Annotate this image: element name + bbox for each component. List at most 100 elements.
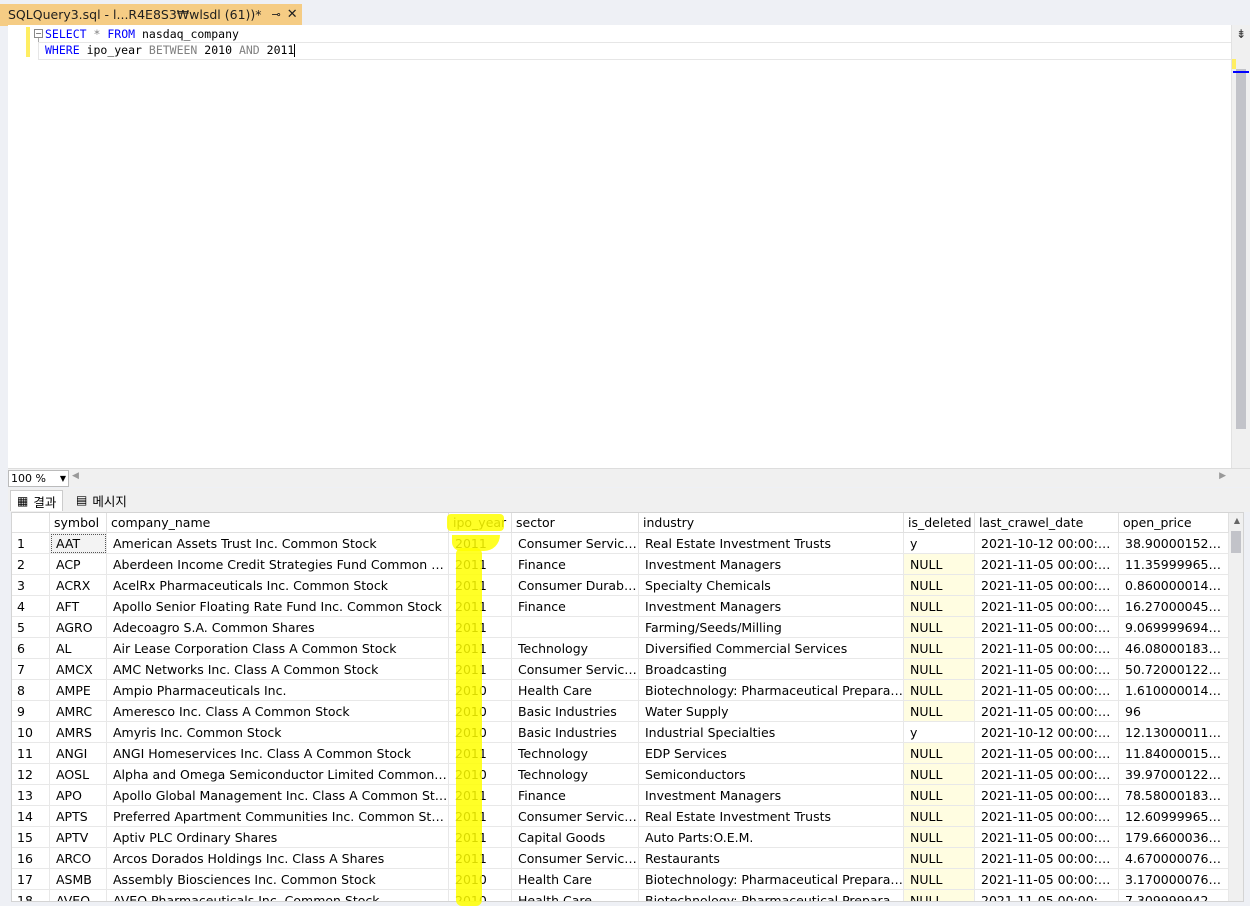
column-header-last-crawel-date[interactable]: last_crawel_date [975,513,1119,533]
cell-symbol[interactable]: AMRC [50,701,107,722]
cell-symbol[interactable]: APTS [50,806,107,827]
cell-symbol[interactable]: ASMB [50,869,107,890]
cell-last-crawel-date[interactable]: 2021-10-12 00:00:00.000 [975,533,1119,554]
cell-open-price[interactable]: 16.2700004577637 [1119,596,1229,617]
column-header-industry[interactable]: industry [639,513,904,533]
cell-industry[interactable]: Auto Parts:O.E.M. [639,827,904,848]
cell-sector[interactable]: Technology [512,764,639,785]
cell-company-name[interactable]: American Assets Trust Inc. Common Stock [107,533,449,554]
cell-last-crawel-date[interactable]: 2021-11-05 00:00:00.000 [975,659,1119,680]
cell-sector[interactable]: Consumer Services [512,848,639,869]
cell-open-price[interactable]: 12.6099996566772 [1119,806,1229,827]
cell-sector[interactable]: Basic Industries [512,722,639,743]
cell-is-deleted[interactable]: NULL [904,890,975,901]
scroll-right-icon[interactable]: ▶ [1219,471,1226,481]
code-line-2[interactable]: WHERE ipo_year BETWEEN 2010 AND 2011 [45,42,296,58]
cell-company-name[interactable]: Adecoagro S.A. Common Shares [107,617,449,638]
cell-is-deleted[interactable]: NULL [904,764,975,785]
cell-last-crawel-date[interactable]: 2021-11-05 00:00:00.000 [975,806,1119,827]
row-number[interactable]: 11 [12,743,50,764]
cell-last-crawel-date[interactable]: 2021-11-05 00:00:00.000 [975,596,1119,617]
cell-is-deleted[interactable]: y [904,722,975,743]
row-number[interactable]: 17 [12,869,50,890]
row-number[interactable]: 14 [12,806,50,827]
cell-symbol[interactable]: ACP [50,554,107,575]
cell-symbol[interactable]: AMPE [50,680,107,701]
cell-company-name[interactable]: AVEO Pharmaceuticals Inc. Common Stock [107,890,449,901]
cell-symbol[interactable]: ARCO [50,848,107,869]
cell-is-deleted[interactable]: NULL [904,743,975,764]
cell-industry[interactable]: Real Estate Investment Trusts [639,533,904,554]
split-icon[interactable]: ⇟ [1234,27,1248,41]
cell-symbol[interactable]: AL [50,638,107,659]
cell-last-crawel-date[interactable]: 2021-11-05 00:00:00.000 [975,575,1119,596]
cell-sector[interactable]: Finance [512,785,639,806]
cell-sector[interactable]: Health Care [512,890,639,901]
cell-open-price[interactable]: 39.9700012207031 [1119,764,1229,785]
column-header-open-price[interactable]: open_price [1119,513,1229,533]
cell-sector[interactable]: Consumer Services [512,533,639,554]
header-corner[interactable] [12,513,50,533]
cell-last-crawel-date[interactable]: 2021-11-05 00:00:00.000 [975,869,1119,890]
row-number[interactable]: 5 [12,617,50,638]
row-number[interactable]: 10 [12,722,50,743]
cell-sector[interactable]: Consumer Durables [512,575,639,596]
cell-is-deleted[interactable]: NULL [904,827,975,848]
cell-company-name[interactable]: Air Lease Corporation Class A Common Sto… [107,638,449,659]
cell-industry[interactable]: Real Estate Investment Trusts [639,806,904,827]
code-line-1[interactable]: SELECT * FROM nasdaq_company [45,26,239,42]
cell-industry[interactable]: Restaurants [639,848,904,869]
grid-scroll-thumb[interactable] [1231,531,1241,553]
cell-company-name[interactable]: Assembly Biosciences Inc. Common Stock [107,869,449,890]
cell-symbol[interactable]: ANGI [50,743,107,764]
collapse-icon[interactable]: − [34,29,43,38]
cell-symbol[interactable]: AFT [50,596,107,617]
cell-industry[interactable]: Investment Managers [639,596,904,617]
row-number[interactable]: 2 [12,554,50,575]
cell-industry[interactable]: Industrial Specialties [639,722,904,743]
cell-company-name[interactable]: AcelRx Pharmaceuticals Inc. Common Stock [107,575,449,596]
cell-sector[interactable]: Technology [512,638,639,659]
cell-industry[interactable]: Biotechnology: Pharmaceutical Preparatio… [639,890,904,901]
row-number[interactable]: 12 [12,764,50,785]
cell-company-name[interactable]: Arcos Dorados Holdings Inc. Class A Shar… [107,848,449,869]
cell-is-deleted[interactable]: NULL [904,701,975,722]
row-number[interactable]: 13 [12,785,50,806]
cell-open-price[interactable]: 78.5800018310547 [1119,785,1229,806]
cell-company-name[interactable]: ANGI Homeservices Inc. Class A Common St… [107,743,449,764]
cell-is-deleted[interactable]: NULL [904,785,975,806]
cell-last-crawel-date[interactable]: 2021-11-05 00:00:00.000 [975,680,1119,701]
cell-sector[interactable]: Consumer Services [512,806,639,827]
cell-is-deleted[interactable]: NULL [904,575,975,596]
pin-icon[interactable]: ⊸ [272,8,281,21]
cell-symbol[interactable]: ACRX [50,575,107,596]
cell-open-price[interactable]: 12.1300001144409 [1119,722,1229,743]
cell-last-crawel-date[interactable]: 2021-11-05 00:00:00.000 [975,764,1119,785]
cell-company-name[interactable]: Apollo Global Management Inc. Class A Co… [107,785,449,806]
cell-industry[interactable]: Specialty Chemicals [639,575,904,596]
cell-symbol[interactable]: APTV [50,827,107,848]
cell-is-deleted[interactable]: NULL [904,617,975,638]
cell-sector[interactable]: Finance [512,554,639,575]
cell-sector[interactable] [512,617,639,638]
cell-sector[interactable]: Finance [512,596,639,617]
scroll-up-icon[interactable]: ▲ [1234,516,1240,525]
query-tab[interactable]: SQLQuery3.sql - l...R4E8S3₩wlsdl (61))* … [0,4,302,25]
cell-industry[interactable]: EDP Services [639,743,904,764]
cell-symbol[interactable]: AMRS [50,722,107,743]
tab-results[interactable]: ▦ 결과 [10,490,64,511]
cell-symbol[interactable]: AGRO [50,617,107,638]
cell-company-name[interactable]: Amyris Inc. Common Stock [107,722,449,743]
cell-industry[interactable]: Diversified Commercial Services [639,638,904,659]
cell-open-price[interactable]: 46.0800018310547 [1119,638,1229,659]
cell-open-price[interactable]: 0.860000014305115 [1119,575,1229,596]
cell-symbol[interactable]: APO [50,785,107,806]
cell-last-crawel-date[interactable]: 2021-11-05 00:00:00.000 [975,785,1119,806]
cell-company-name[interactable]: Aptiv PLC Ordinary Shares [107,827,449,848]
cell-company-name[interactable]: Preferred Apartment Communities Inc. Com… [107,806,449,827]
cell-symbol[interactable]: AVEO [50,890,107,901]
close-icon[interactable]: ✕ [287,7,298,22]
cell-symbol[interactable]: AOSL [50,764,107,785]
query-editor[interactable]: − SELECT * FROM nasdaq_company WHERE ipo… [8,25,1250,468]
cell-company-name[interactable]: Ampio Pharmaceuticals Inc. [107,680,449,701]
